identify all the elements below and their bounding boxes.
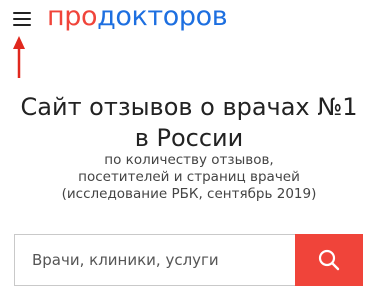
search-button[interactable] [295, 234, 363, 286]
title-line-1: Сайт отзывов о врачах №1 [20, 93, 358, 121]
subtitle-line-3: (исследование РБК, сентябрь 2019) [61, 186, 317, 202]
search-input[interactable] [15, 235, 295, 285]
arrow-up-icon [13, 36, 25, 78]
title-line-2: в России [134, 124, 244, 152]
search-icon [318, 249, 340, 271]
subtitle-line-1: по количеству отзывов, [104, 152, 274, 168]
logo-part-pro: про [47, 1, 98, 32]
logo[interactable]: продокторов [47, 1, 228, 32]
subtitle-line-2: посетителей и страниц врачей [78, 169, 300, 185]
search-bar [14, 234, 363, 286]
subtitle: по количеству отзывов, посетителей и стр… [0, 152, 378, 203]
hamburger-icon [13, 12, 31, 14]
page-title: Сайт отзывов о врачах №1 в России [0, 92, 378, 154]
logo-part-doktorov: докторов [97, 1, 228, 32]
menu-button[interactable] [10, 8, 34, 30]
